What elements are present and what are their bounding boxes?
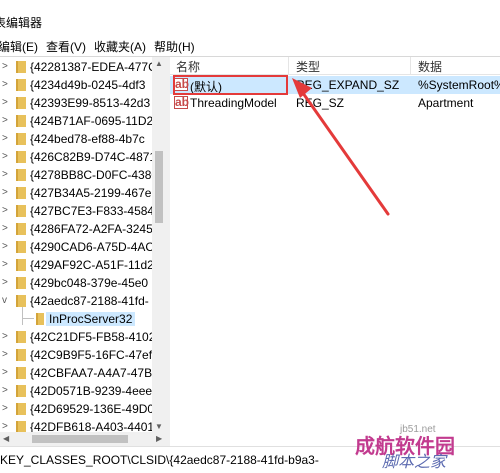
folder-icon bbox=[16, 97, 26, 109]
folder-icon bbox=[16, 223, 26, 235]
chevron-right-icon[interactable]: > bbox=[2, 187, 8, 198]
value-row-threadingmodel[interactable]: ab ThreadingModel REG_SZ Apartment bbox=[170, 94, 500, 112]
folder-icon bbox=[16, 241, 26, 253]
annotation-highlight-box bbox=[173, 75, 288, 95]
scroll-left-icon[interactable]: ◀ bbox=[3, 434, 9, 443]
folder-icon bbox=[16, 403, 26, 415]
tree-item[interactable]: > {42D0571B-9239-4eee bbox=[0, 382, 152, 400]
chevron-right-icon[interactable]: > bbox=[2, 349, 8, 360]
chevron-down-icon[interactable]: v bbox=[2, 295, 7, 306]
chevron-right-icon[interactable]: > bbox=[2, 151, 8, 162]
column-separator[interactable] bbox=[410, 57, 411, 74]
chevron-right-icon[interactable]: > bbox=[2, 79, 8, 90]
folder-icon bbox=[16, 61, 26, 73]
folder-icon bbox=[16, 115, 26, 127]
tree-item[interactable]: > {42C21DF5-FB58-4102 bbox=[0, 328, 152, 346]
tree-item[interactable]: > {424bed78-ef88-4b7c bbox=[0, 130, 152, 148]
tree-item[interactable]: > {429AF92C-A51F-11d2 bbox=[0, 256, 152, 274]
watermark-sub: 脚本之家 bbox=[382, 454, 447, 471]
folder-icon bbox=[16, 169, 26, 181]
folder-icon bbox=[16, 367, 26, 379]
folder-icon bbox=[36, 313, 44, 325]
folder-icon bbox=[16, 259, 26, 271]
chevron-right-icon[interactable]: > bbox=[2, 205, 8, 216]
window-title: 表编辑器 bbox=[0, 16, 43, 30]
chevron-right-icon[interactable]: > bbox=[2, 115, 8, 126]
menu-edit[interactable]: 编辑(E) bbox=[0, 38, 38, 55]
registry-tree[interactable]: > {42281387-EDEA-477C > {4234d49b-0245-4df… bbox=[0, 57, 152, 433]
scroll-down-icon[interactable]: ▼ bbox=[155, 422, 163, 431]
tree-item[interactable]: > {4278BB8C-D0FC-4380 bbox=[0, 166, 152, 184]
menu-favorites[interactable]: 收藏夹(A) bbox=[94, 38, 146, 55]
chevron-right-icon[interactable]: > bbox=[2, 223, 8, 234]
chevron-right-icon[interactable]: > bbox=[2, 97, 8, 108]
tree-horizontal-scrollbar[interactable]: ◀ ▶ bbox=[0, 432, 170, 446]
chevron-right-icon[interactable]: > bbox=[2, 403, 8, 414]
tree-item[interactable]: > {424B71AF-0695-11D2 bbox=[0, 112, 152, 130]
chevron-right-icon[interactable]: > bbox=[2, 241, 8, 252]
list-header: 名称 类型 数据 bbox=[170, 57, 500, 75]
values-list[interactable]: 名称 类型 数据 ab (默认) REG_EXPAND_SZ %SystemRo… bbox=[170, 57, 500, 446]
tree-item[interactable]: > {42C9B9F5-16FC-47ef bbox=[0, 346, 152, 364]
folder-icon bbox=[16, 295, 26, 307]
tree-item[interactable]: > {42281387-EDEA-477C bbox=[0, 58, 152, 76]
menu-view[interactable]: 查看(V) bbox=[46, 38, 86, 55]
tree-item[interactable]: > {4290CAD6-A75D-4AC bbox=[0, 238, 152, 256]
scroll-thumb[interactable] bbox=[32, 435, 128, 443]
tree-item[interactable]: > {429bc048-379e-45e0 bbox=[0, 274, 152, 292]
chevron-right-icon[interactable]: > bbox=[2, 367, 8, 378]
chevron-right-icon[interactable]: > bbox=[2, 259, 8, 270]
tree-item[interactable]: > {426C82B9-D74C-4871 bbox=[0, 148, 152, 166]
tree-item[interactable]: > {427BC7E3-F833-4584 bbox=[0, 202, 152, 220]
tree-item[interactable]: > {42D69529-136E-49D0 bbox=[0, 400, 152, 418]
column-header-name[interactable]: 名称 bbox=[176, 58, 200, 75]
tree-item[interactable]: > {4234d49b-0245-4df3 bbox=[0, 76, 152, 94]
scroll-right-icon[interactable]: ▶ bbox=[156, 434, 162, 443]
folder-icon bbox=[16, 277, 26, 289]
value-type: REG_SZ bbox=[296, 96, 345, 110]
folder-icon bbox=[16, 187, 26, 199]
chevron-right-icon[interactable]: > bbox=[2, 169, 8, 180]
folder-icon bbox=[16, 79, 26, 91]
status-path: KEY_CLASSES_ROOT\CLSID\{42aedc87-2188-41… bbox=[0, 453, 319, 467]
tree-item[interactable]: > {42DFB618-A403-4401 bbox=[0, 418, 152, 433]
folder-icon bbox=[16, 385, 26, 397]
tree-item[interactable]: > {42CBFAA7-A4A7-47B bbox=[0, 364, 152, 382]
value-type: REG_EXPAND_SZ bbox=[296, 78, 400, 92]
folder-icon bbox=[16, 349, 26, 361]
tree-item-inprocserver32[interactable]: InProcServer32 bbox=[0, 310, 152, 328]
scroll-thumb[interactable] bbox=[155, 151, 163, 223]
menu-help[interactable]: 帮助(H) bbox=[154, 38, 195, 55]
folder-icon bbox=[16, 205, 26, 217]
menu-bar: 编辑(E) 查看(V) 收藏夹(A) 帮助(H) bbox=[0, 34, 500, 56]
chevron-right-icon[interactable]: > bbox=[2, 331, 8, 342]
value-data: %SystemRoot% bbox=[418, 78, 500, 92]
reg-string-icon: ab bbox=[174, 95, 190, 109]
scroll-up-icon[interactable]: ▲ bbox=[155, 59, 163, 68]
tree-item[interactable]: > {42393E99-8513-42d3 bbox=[0, 94, 152, 112]
tree-item[interactable]: > {427B34A5-2199-467e bbox=[0, 184, 152, 202]
column-header-data[interactable]: 数据 bbox=[418, 58, 442, 75]
value-name: ThreadingModel bbox=[190, 96, 277, 110]
column-header-type[interactable]: 类型 bbox=[296, 58, 320, 75]
folder-icon bbox=[16, 331, 26, 343]
tree-vertical-scrollbar[interactable]: ▲ ▼ bbox=[152, 57, 166, 433]
chevron-right-icon[interactable]: > bbox=[2, 277, 8, 288]
chevron-right-icon[interactable]: > bbox=[2, 385, 8, 396]
folder-icon bbox=[16, 133, 26, 145]
tree-item[interactable]: > {4286FA72-A2FA-3245 bbox=[0, 220, 152, 238]
chevron-right-icon[interactable]: > bbox=[2, 133, 8, 144]
column-separator[interactable] bbox=[288, 57, 289, 74]
folder-icon bbox=[16, 151, 26, 163]
chevron-right-icon[interactable]: > bbox=[2, 421, 8, 432]
value-data: Apartment bbox=[418, 96, 474, 110]
chevron-right-icon[interactable]: > bbox=[2, 61, 8, 72]
title-bar: 表编辑器 bbox=[0, 0, 500, 34]
